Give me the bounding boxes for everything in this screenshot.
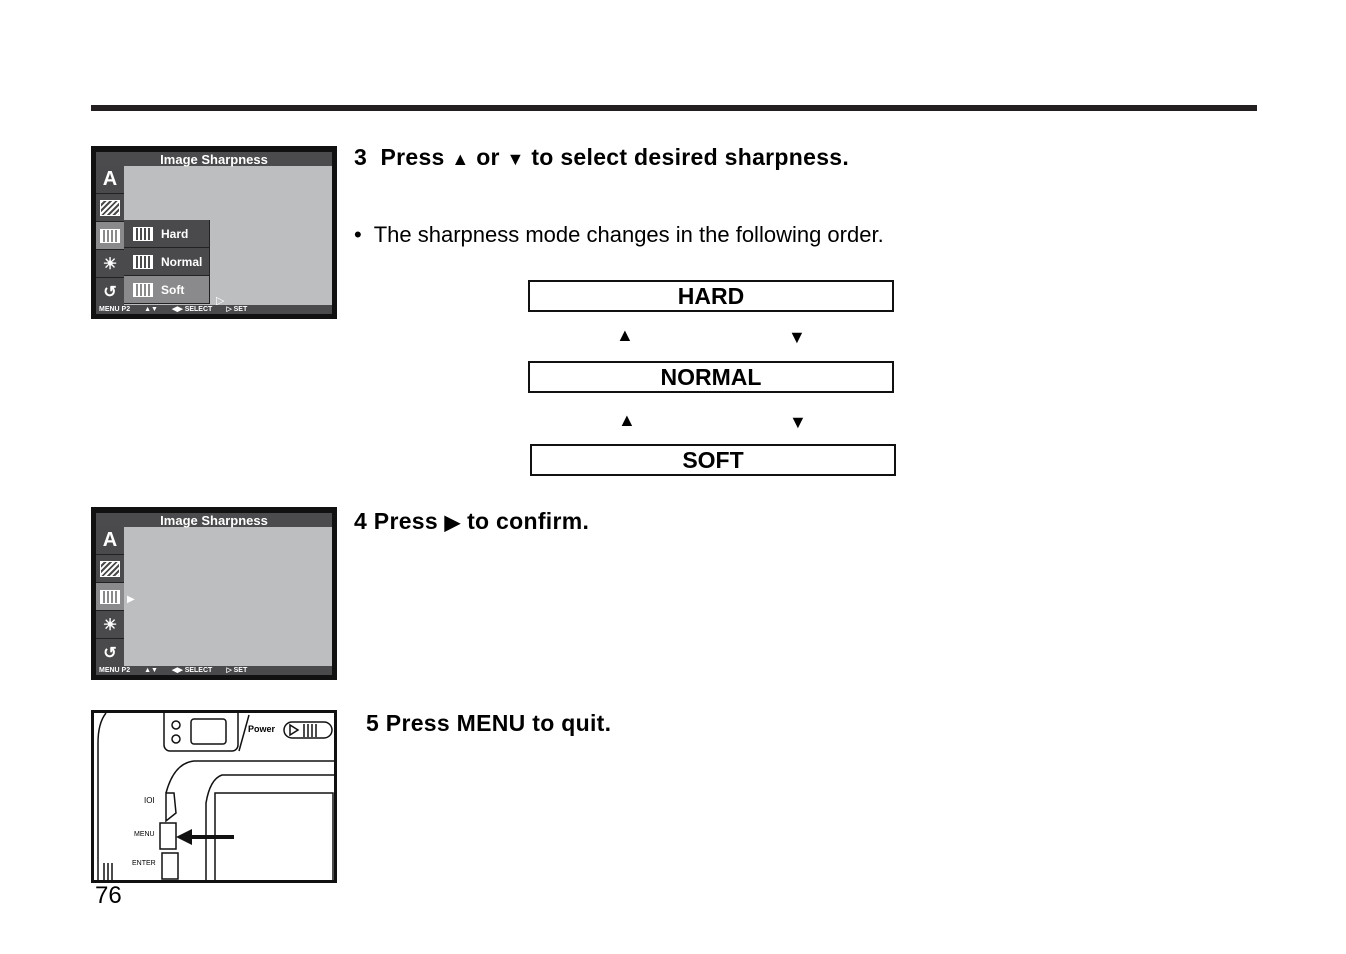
footer-set: ▷ SET <box>226 667 248 674</box>
auto-icon: A <box>96 527 124 555</box>
bullet-dot: • <box>354 222 362 247</box>
bullet-note: • The sharpness mode changes in the follo… <box>354 222 884 248</box>
mode-box-soft: SOFT <box>530 444 896 476</box>
down-arrow-icon: ▼ <box>789 412 807 432</box>
step-text: or <box>476 144 500 170</box>
sharpness-icon <box>96 583 124 611</box>
step-number: 3 <box>354 144 368 170</box>
step-text: Press MENU to quit. <box>385 710 612 736</box>
lcd-screen-sharpness-main: Image Sharpness A ☀ ↺ ▶ MENU P2 ▲▼ ◀▶ SELE… <box>91 507 337 680</box>
sharpness-options: Hard Normal Soft <box>124 220 210 304</box>
enter-button-label: ENTER <box>132 860 156 867</box>
option-normal[interactable]: Normal <box>124 248 210 276</box>
footer-menu-page: MENU P2 <box>99 306 131 313</box>
reset-icon: ↺ <box>96 278 124 306</box>
up-arrow-icon: ▲ <box>618 410 636 430</box>
step-4-heading: 4 Press ▶ to confirm. <box>354 508 589 535</box>
footer-updown: ▲▼ <box>144 306 158 313</box>
reset-icon: ↺ <box>96 639 124 667</box>
up-arrow-icon: ▲ <box>616 325 634 345</box>
lcd-footer: MENU P2 ▲▼ ◀▶ SELECT ▷ SET <box>96 666 332 675</box>
option-label: Hard <box>161 226 189 241</box>
footer-updown: ▲▼ <box>144 667 158 674</box>
footer-menu-page: MENU P2 <box>99 667 131 674</box>
step-number: 5 <box>366 710 380 736</box>
mode-box-hard: HARD <box>528 280 894 312</box>
option-soft[interactable]: Soft <box>124 276 210 304</box>
bars-icon <box>133 226 153 241</box>
power-label: Power <box>248 724 276 734</box>
option-hard[interactable]: Hard <box>124 220 210 248</box>
right-arrow-icon: ▶ <box>127 594 135 605</box>
pattern-icon <box>96 194 124 222</box>
camera-back-drawing <box>97 713 334 880</box>
footer-set: ▷ SET <box>226 306 248 313</box>
mode-box-normal: NORMAL <box>528 361 894 393</box>
brightness-icon: ☀ <box>96 250 124 278</box>
option-label: Soft <box>161 282 185 297</box>
auto-icon: A <box>96 166 124 194</box>
bullet-text: The sharpness mode changes in the follow… <box>373 222 884 247</box>
step-3-heading: 3 Press ▲ or ▼ to select desired sharpne… <box>354 144 849 171</box>
right-arrow-icon: ▶ <box>444 512 461 534</box>
step-text: to confirm. <box>467 508 590 534</box>
down-arrow-icon: ▼ <box>788 327 806 347</box>
down-arrow-icon: ▼ <box>506 149 525 169</box>
step-5-heading: 5 Press MENU to quit. <box>366 710 611 737</box>
pattern-icon <box>96 555 124 583</box>
lcd-screen-sharpness-menu: Image Sharpness A ☀ ↺ Hard Normal Soft ▷… <box>91 146 337 319</box>
lcd-side-menu: A ☀ ↺ <box>96 166 124 306</box>
step-text: Press <box>373 508 438 534</box>
lcd-title: Image Sharpness <box>96 152 332 167</box>
footer-select: ◀▶ SELECT <box>171 306 213 313</box>
step-number: 4 <box>354 508 368 534</box>
bars-icon <box>133 282 153 297</box>
top-rule <box>91 105 1257 111</box>
footer-select: ◀▶ SELECT <box>171 667 213 674</box>
option-label: Normal <box>161 254 203 269</box>
bars-icon <box>133 254 153 269</box>
camera-illustration: Power IOI MENU ENTER <box>91 710 337 883</box>
up-arrow-icon: ▲ <box>451 149 470 169</box>
step-text: to select desired sharpness. <box>531 144 850 170</box>
menu-button-label: MENU <box>134 831 155 838</box>
step-text: Press <box>380 144 445 170</box>
lcd-title: Image Sharpness <box>96 513 332 528</box>
display-button-label: IOI <box>144 796 155 805</box>
lcd-side-menu: A ☀ ↺ <box>96 527 124 667</box>
brightness-icon: ☀ <box>96 611 124 639</box>
lcd-footer: MENU P2 ▲▼ ◀▶ SELECT ▷ SET <box>96 305 332 314</box>
sharpness-icon <box>96 222 124 250</box>
page-number: 76 <box>95 882 122 909</box>
